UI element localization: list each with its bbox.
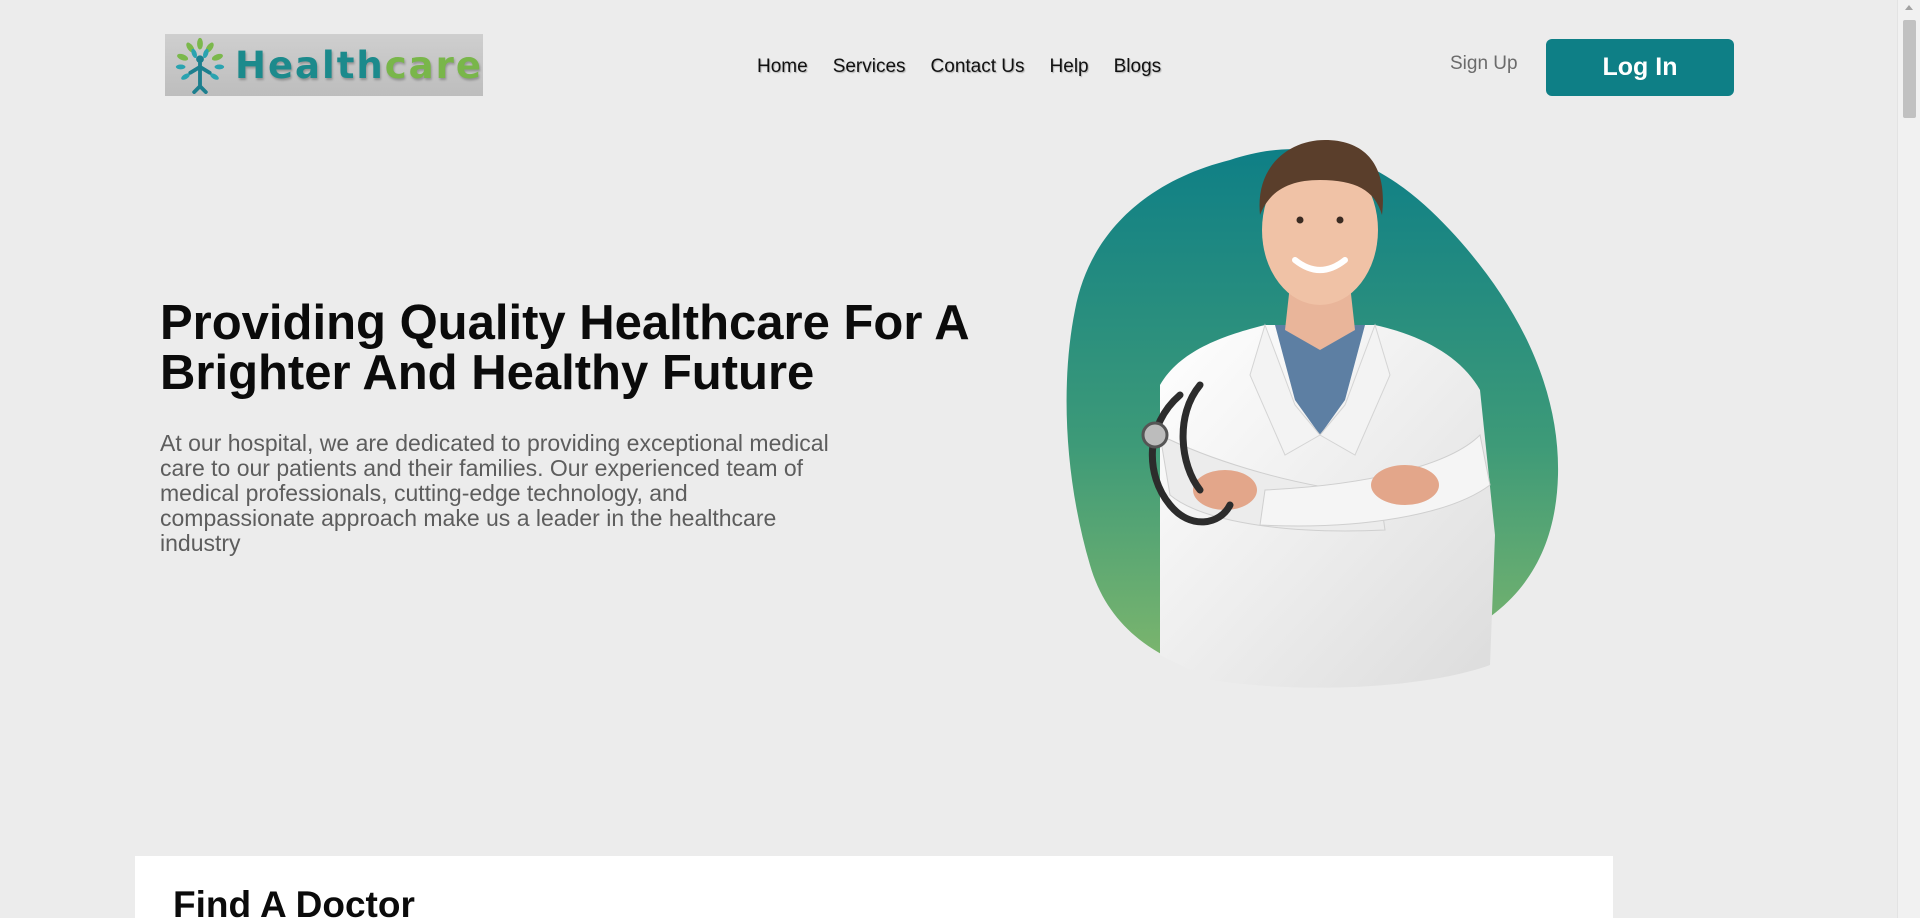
page-scrollbar[interactable] xyxy=(1897,0,1920,918)
main-nav: Home Services Contact Us Help Blogs xyxy=(757,56,1161,78)
doctor-portrait-image xyxy=(1066,140,1559,688)
find-doctor-card: Find A Doctor xyxy=(135,856,1613,918)
hero-description: At our hospital, we are dedicated to pro… xyxy=(160,430,829,556)
nav-help[interactable]: Help xyxy=(1050,56,1089,78)
sign-up-link[interactable]: Sign Up xyxy=(1450,53,1518,75)
logo-text-part1: Health xyxy=(235,43,385,87)
logo[interactable]: Healthcare xyxy=(165,34,483,96)
tree-person-icon xyxy=(175,37,225,94)
logo-text-part2: care xyxy=(384,43,483,87)
nav-contact-us[interactable]: Contact Us xyxy=(931,56,1025,78)
nav-services[interactable]: Services xyxy=(833,56,906,78)
scroll-up-arrow-icon[interactable] xyxy=(1905,5,1913,10)
log-in-button[interactable]: Log In xyxy=(1546,39,1734,96)
find-doctor-title: Find A Doctor xyxy=(173,884,415,918)
hero-title: Providing Quality Healthcare For A Brigh… xyxy=(160,296,968,400)
logo-text: Healthcare xyxy=(235,47,483,84)
nav-home[interactable]: Home xyxy=(757,56,808,78)
scrollbar-thumb[interactable] xyxy=(1903,20,1916,118)
page: Healthcare Home Services Contact Us Help… xyxy=(0,0,1920,918)
nav-blogs[interactable]: Blogs xyxy=(1114,56,1162,78)
